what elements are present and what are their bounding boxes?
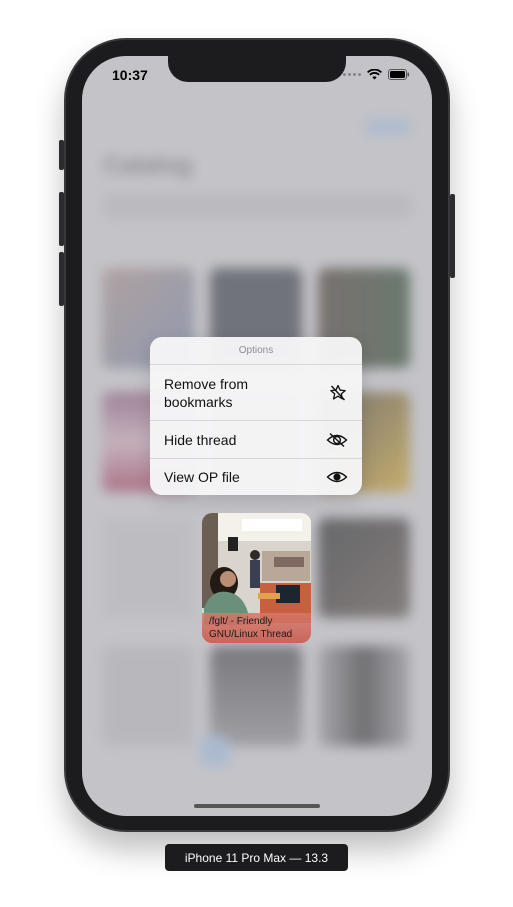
thread-preview-card[interactable]: /fglt/ - Friendly GNU/Linux Thread xyxy=(202,513,311,643)
status-icons xyxy=(343,69,410,80)
home-indicator[interactable] xyxy=(194,804,320,808)
menu-item-label: Remove from bookmarks xyxy=(164,375,249,410)
menu-item-label: View OP file xyxy=(164,469,240,485)
hide-thread-menu-item[interactable]: Hide thread xyxy=(150,421,362,459)
cellular-signal-icon xyxy=(343,73,361,76)
eye-slash-icon xyxy=(326,432,348,447)
screen: Catalog 10:37 Options Remove from bookma… xyxy=(82,56,432,816)
eye-icon xyxy=(326,471,348,483)
volume-down-button xyxy=(59,252,64,306)
remove-bookmark-menu-item[interactable]: Remove from bookmarks xyxy=(150,365,362,421)
view-op-file-menu-item[interactable]: View OP file xyxy=(150,459,362,495)
context-menu: Options Remove from bookmarks Hide threa… xyxy=(150,337,362,495)
notch xyxy=(168,56,346,82)
preview-caption: /fglt/ - Friendly GNU/Linux Thread xyxy=(202,613,311,643)
wifi-icon xyxy=(367,69,382,80)
silent-switch xyxy=(59,140,64,170)
power-button xyxy=(450,194,455,278)
device-label: iPhone 11 Pro Max — 13.3 xyxy=(165,844,348,871)
star-slash-icon xyxy=(330,384,346,400)
menu-item-label: Hide thread xyxy=(164,431,237,448)
status-time: 10:37 xyxy=(112,67,148,83)
menu-header: Options xyxy=(150,337,362,365)
volume-up-button xyxy=(59,192,64,246)
battery-icon xyxy=(388,69,410,80)
